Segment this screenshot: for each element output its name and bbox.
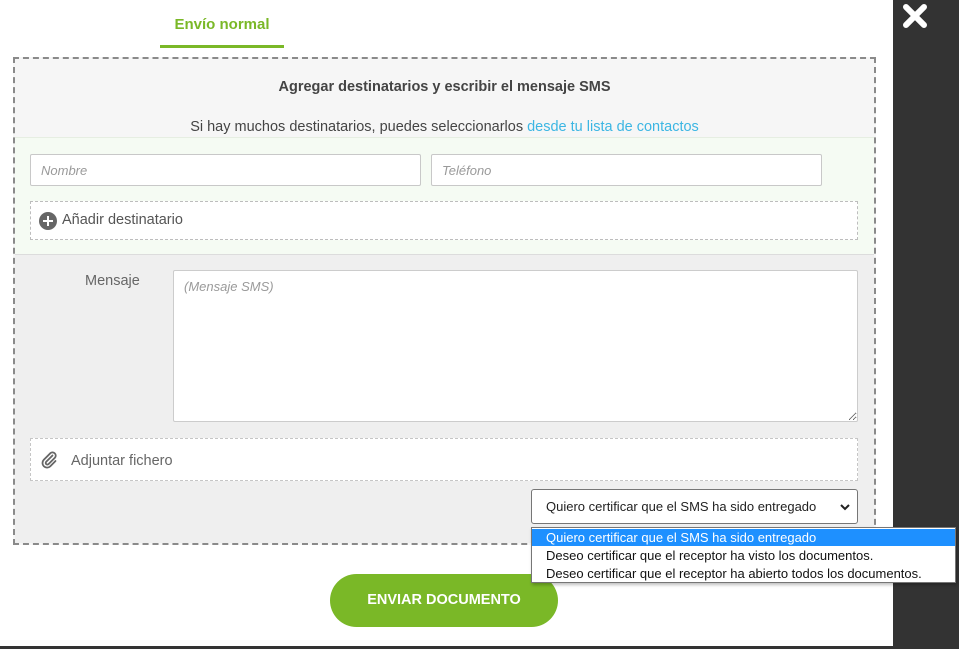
- certification-dropdown-list: Quiero certificar que el SMS ha sido ent…: [531, 527, 956, 583]
- chevron-down-icon: [839, 501, 851, 513]
- message-label: Mensaje: [85, 273, 140, 289]
- dropdown-option[interactable]: Deseo certificar que el receptor ha abie…: [532, 565, 955, 582]
- tab-envio-normal[interactable]: Envío normal: [160, 10, 284, 48]
- contact-list-link[interactable]: desde tu lista de contactos: [527, 119, 699, 135]
- certification-selected-value: Quiero certificar que el SMS ha sido ent…: [546, 499, 817, 514]
- message-section: Mensaje Adjuntar fichero Quiero certific…: [15, 255, 874, 543]
- phone-input[interactable]: [431, 154, 822, 186]
- name-input[interactable]: [30, 154, 421, 186]
- subtitle-text: Si hay muchos destinatarios, puedes sele…: [190, 119, 524, 135]
- panel-title: Agregar destinatarios y escribir el mens…: [278, 79, 611, 95]
- tab-label: Envío normal: [174, 16, 270, 33]
- recipients-section: Añadir destinatario: [15, 137, 874, 255]
- paperclip-icon: [39, 449, 59, 469]
- certification-select[interactable]: Quiero certificar que el SMS ha sido ent…: [531, 489, 858, 524]
- add-recipient-label: Añadir destinatario: [62, 212, 183, 228]
- dropdown-option[interactable]: Deseo certificar que el receptor ha vist…: [532, 547, 955, 564]
- close-icon[interactable]: [901, 2, 929, 30]
- sms-panel: Agregar destinatarios y escribir el mens…: [13, 57, 876, 545]
- send-document-button[interactable]: ENVIAR DOCUMENTO: [330, 574, 558, 627]
- panel-subtitle: Si hay muchos destinatarios, puedes sele…: [15, 119, 874, 135]
- attach-file-button[interactable]: Adjuntar fichero: [30, 438, 858, 481]
- dropdown-option[interactable]: Quiero certificar que el SMS ha sido ent…: [532, 529, 955, 546]
- message-textarea[interactable]: [173, 270, 858, 422]
- plus-circle-icon: [39, 212, 57, 230]
- attach-file-label: Adjuntar fichero: [71, 453, 173, 469]
- add-recipient-button[interactable]: Añadir destinatario: [30, 201, 858, 240]
